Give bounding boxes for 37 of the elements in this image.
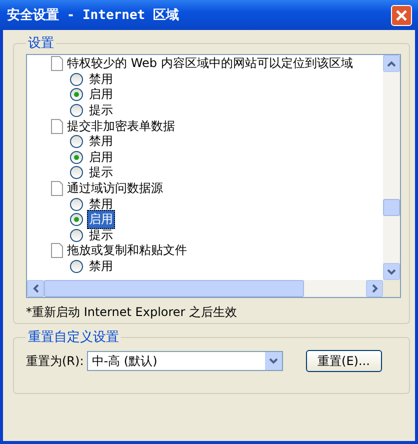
scroll-thumb[interactable] [383,199,400,216]
scrollbar-corner [383,280,400,297]
reset-button[interactable]: 重置(E)... [306,350,382,372]
radio-button[interactable] [70,213,83,226]
radio-button[interactable] [70,135,83,148]
scroll-left-button[interactable] [27,280,44,297]
window-title: 安全设置 - Internet 区域 [7,6,179,24]
radio-button[interactable] [70,228,83,242]
setting-title: 特权较少的 Web 内容区域中的网站可以定位到该区域 [67,55,353,72]
radio-button[interactable] [70,260,83,274]
radio-button[interactable] [70,198,83,211]
radio-button[interactable] [70,104,83,118]
option-label[interactable]: 启用 [87,210,115,230]
scroll-down-button[interactable] [383,263,400,280]
field-label: 重置为(R): [26,352,84,370]
scroll-thumb[interactable] [44,280,304,297]
level-dropdown[interactable]: 中-高 (默认) [86,351,283,371]
setting-title: 通过域访问数据源 [67,180,163,198]
scroll-right-button[interactable] [366,280,383,297]
document-icon [51,118,63,134]
close-button[interactable] [391,4,412,26]
group-title: 设置 [27,35,55,52]
setting-title: 提交非加密表单数据 [67,118,175,135]
horizontal-scrollbar[interactable] [27,280,400,297]
radio-button[interactable] [70,150,83,164]
document-icon [51,243,63,258]
close-icon [395,8,408,22]
radio-button[interactable] [70,88,83,102]
radio-button[interactable] [70,166,83,180]
vertical-scrollbar[interactable] [383,55,400,280]
radio-button[interactable] [70,72,83,86]
option-label[interactable]: 禁用 [87,257,115,276]
document-icon [51,181,63,196]
scroll-up-button[interactable] [383,55,400,72]
restart-note: *重新启动 Internet Explorer 之后生效 [26,304,238,321]
group-title: 重置自定义设置 [27,329,120,346]
setting-title: 拖放或复制和粘贴文件 [67,242,187,260]
